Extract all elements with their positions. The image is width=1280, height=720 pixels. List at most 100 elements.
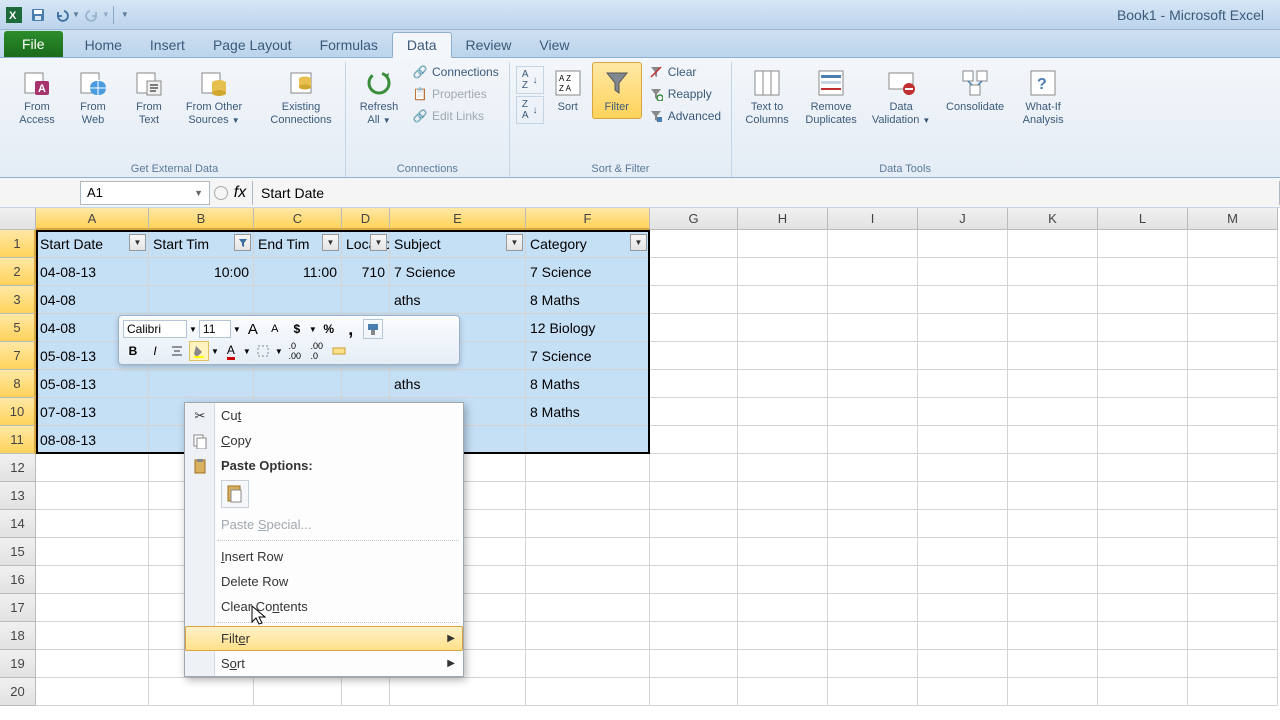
mini-size-input[interactable] bbox=[199, 320, 231, 338]
reapply-button[interactable]: Reapply bbox=[644, 84, 725, 104]
cell[interactable]: 08-08-13 bbox=[36, 426, 149, 454]
cell[interactable] bbox=[1008, 650, 1098, 678]
cell[interactable] bbox=[1098, 482, 1188, 510]
clear-filter-button[interactable]: Clear bbox=[644, 62, 725, 82]
cell[interactable] bbox=[650, 650, 738, 678]
italic-icon[interactable]: I bbox=[145, 341, 165, 361]
row-header[interactable]: 10 bbox=[0, 398, 36, 426]
pagelayout-tab[interactable]: Page Layout bbox=[199, 33, 306, 57]
row-header[interactable]: 18 bbox=[0, 622, 36, 650]
cell[interactable] bbox=[526, 650, 650, 678]
ctx-sort[interactable]: Sort▶ bbox=[185, 651, 463, 676]
comma-format-icon[interactable]: , bbox=[341, 319, 361, 339]
row-header[interactable]: 17 bbox=[0, 594, 36, 622]
shrink-font-icon[interactable]: A bbox=[265, 319, 285, 339]
row-header[interactable]: 14 bbox=[0, 510, 36, 538]
cell[interactable] bbox=[828, 678, 918, 706]
cell[interactable] bbox=[918, 454, 1008, 482]
row-header[interactable]: 12 bbox=[0, 454, 36, 482]
cell[interactable] bbox=[1188, 370, 1278, 398]
cell[interactable] bbox=[918, 566, 1008, 594]
cell[interactable] bbox=[828, 286, 918, 314]
cell[interactable] bbox=[36, 594, 149, 622]
cell[interactable] bbox=[828, 622, 918, 650]
cell[interactable] bbox=[254, 678, 342, 706]
row-header[interactable]: 16 bbox=[0, 566, 36, 594]
column-header[interactable]: E bbox=[390, 208, 526, 230]
cell[interactable] bbox=[738, 426, 828, 454]
qat-undo-button[interactable] bbox=[51, 4, 73, 26]
cell[interactable] bbox=[1098, 538, 1188, 566]
ctx-clear-contents[interactable]: Clear Contents bbox=[185, 594, 463, 619]
cell[interactable] bbox=[918, 342, 1008, 370]
cell[interactable] bbox=[918, 258, 1008, 286]
cell[interactable] bbox=[1188, 454, 1278, 482]
cell[interactable]: 12 Biology bbox=[526, 314, 650, 342]
cell[interactable]: 7 Science bbox=[390, 258, 526, 286]
cell[interactable] bbox=[738, 258, 828, 286]
bold-icon[interactable]: B bbox=[123, 341, 143, 361]
cell[interactable] bbox=[738, 622, 828, 650]
cell[interactable] bbox=[526, 454, 650, 482]
cell[interactable] bbox=[1008, 454, 1098, 482]
cell[interactable] bbox=[650, 454, 738, 482]
cell[interactable] bbox=[1098, 622, 1188, 650]
filter-button[interactable]: Filter bbox=[592, 62, 642, 119]
cell[interactable] bbox=[650, 622, 738, 650]
grow-font-icon[interactable]: A bbox=[243, 319, 263, 339]
cell[interactable] bbox=[918, 594, 1008, 622]
column-header[interactable]: I bbox=[828, 208, 918, 230]
remove-duplicates-button[interactable]: Remove Duplicates bbox=[798, 62, 864, 131]
cell[interactable] bbox=[918, 622, 1008, 650]
cell[interactable] bbox=[828, 370, 918, 398]
cell[interactable] bbox=[738, 230, 828, 258]
cell[interactable] bbox=[149, 370, 254, 398]
cell[interactable] bbox=[738, 398, 828, 426]
from-text-button[interactable]: From Text bbox=[122, 62, 176, 131]
cell[interactable] bbox=[918, 538, 1008, 566]
column-header[interactable]: J bbox=[918, 208, 1008, 230]
row-header[interactable]: 1 bbox=[0, 230, 36, 258]
cell[interactable] bbox=[918, 650, 1008, 678]
column-header[interactable]: H bbox=[738, 208, 828, 230]
cell[interactable] bbox=[36, 566, 149, 594]
home-tab[interactable]: Home bbox=[71, 33, 136, 57]
column-header[interactable]: A bbox=[36, 208, 149, 230]
cell[interactable] bbox=[738, 594, 828, 622]
cell[interactable] bbox=[1008, 370, 1098, 398]
row-header[interactable]: 8 bbox=[0, 370, 36, 398]
cell[interactable] bbox=[390, 678, 526, 706]
borders-icon[interactable] bbox=[253, 341, 273, 361]
format-painter-icon[interactable] bbox=[363, 319, 383, 339]
accounting-format-icon[interactable]: $ bbox=[287, 319, 307, 339]
column-header[interactable]: F bbox=[526, 208, 650, 230]
cell[interactable] bbox=[918, 314, 1008, 342]
cell[interactable] bbox=[1188, 594, 1278, 622]
cell[interactable] bbox=[526, 594, 650, 622]
cell[interactable] bbox=[1008, 258, 1098, 286]
cell[interactable] bbox=[1188, 314, 1278, 342]
column-header[interactable]: C bbox=[254, 208, 342, 230]
ctx-cut[interactable]: ✂ Cut bbox=[185, 403, 463, 428]
cell[interactable] bbox=[918, 678, 1008, 706]
data-tab[interactable]: Data bbox=[392, 32, 452, 58]
cell[interactable] bbox=[342, 370, 390, 398]
font-color-icon[interactable]: A bbox=[221, 341, 241, 361]
cell[interactable] bbox=[650, 370, 738, 398]
view-tab[interactable]: View bbox=[525, 33, 583, 57]
cell[interactable]: 7 Science bbox=[526, 258, 650, 286]
cell[interactable] bbox=[1008, 622, 1098, 650]
cell[interactable] bbox=[738, 538, 828, 566]
cell[interactable] bbox=[650, 342, 738, 370]
filter-dropdown-icon[interactable] bbox=[234, 234, 251, 251]
row-header[interactable]: 5 bbox=[0, 314, 36, 342]
cell[interactable] bbox=[1188, 510, 1278, 538]
filter-dropdown-icon[interactable]: ▼ bbox=[506, 234, 523, 251]
paste-option-button[interactable] bbox=[221, 480, 249, 508]
cell[interactable] bbox=[738, 454, 828, 482]
column-header[interactable]: B bbox=[149, 208, 254, 230]
cell[interactable] bbox=[254, 370, 342, 398]
cell[interactable] bbox=[36, 678, 149, 706]
sort-button[interactable]: A ZZ A Sort bbox=[546, 62, 590, 119]
cell[interactable] bbox=[526, 482, 650, 510]
